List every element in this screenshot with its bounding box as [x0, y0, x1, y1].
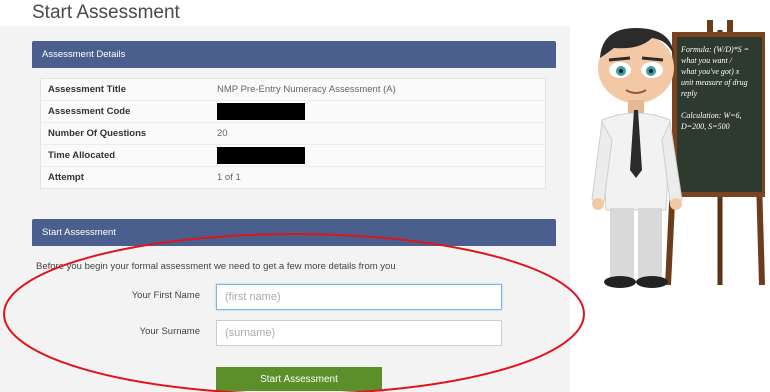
assessment-details-header: Assessment Details: [32, 41, 556, 68]
first-name-label: Your First Name: [131, 290, 200, 301]
assessment-details-table: Assessment Title NMP Pre-Entry Numeracy A…: [40, 78, 546, 189]
blackboard-text-line: what you've got) x: [681, 67, 740, 76]
details-row-label: Number Of Questions: [40, 122, 210, 145]
surname-label: Your Surname: [139, 326, 200, 337]
details-row-label: Assessment Title: [48, 84, 126, 95]
page-title: Start Assessment: [32, 2, 180, 23]
details-row-label: Time Allocated: [40, 144, 210, 167]
first-name-input[interactable]: [216, 284, 502, 310]
details-row: Number Of Questions 20: [40, 122, 546, 145]
details-row-value: [210, 100, 546, 123]
surname-input[interactable]: [216, 320, 502, 346]
details-row: Attempt 1 of 1: [40, 166, 546, 189]
blackboard-text-line: reply: [681, 89, 698, 98]
details-row-value: 1 of 1: [210, 166, 546, 189]
blackboard-text-line: Calculation: W=6,: [681, 111, 742, 120]
details-row-value: 20: [210, 122, 546, 145]
blackboard-text-line: Formula: (W/D)*S =: [680, 45, 749, 54]
redacted-value: [217, 103, 305, 120]
details-row-value: [210, 144, 546, 167]
blackboard-text-line: what you want /: [681, 56, 733, 65]
details-row: Assessment Title NMP Pre-Entry Numeracy A…: [41, 79, 546, 101]
start-assessment-button[interactable]: Start Assessment: [216, 367, 382, 391]
details-row: Time Allocated: [40, 144, 546, 167]
details-row-label: Attempt: [40, 166, 210, 189]
teacher-mascot-illustration: Formula: (W/D)*S = what you want / what yo…: [591, 20, 765, 288]
redacted-value: [217, 147, 305, 164]
blackboard-text-line: unit measure of drug: [681, 78, 748, 87]
details-row-value: NMP Pre-Entry Numeracy Assessment (A): [217, 84, 396, 95]
start-assessment-header: Start Assessment: [32, 219, 556, 246]
intro-text: Before you begin your formal assessment …: [36, 261, 396, 272]
blackboard-text-line: D=200, S=500: [680, 122, 730, 131]
details-row-label: Assessment Code: [40, 100, 210, 123]
details-row: Assessment Code: [40, 100, 546, 123]
